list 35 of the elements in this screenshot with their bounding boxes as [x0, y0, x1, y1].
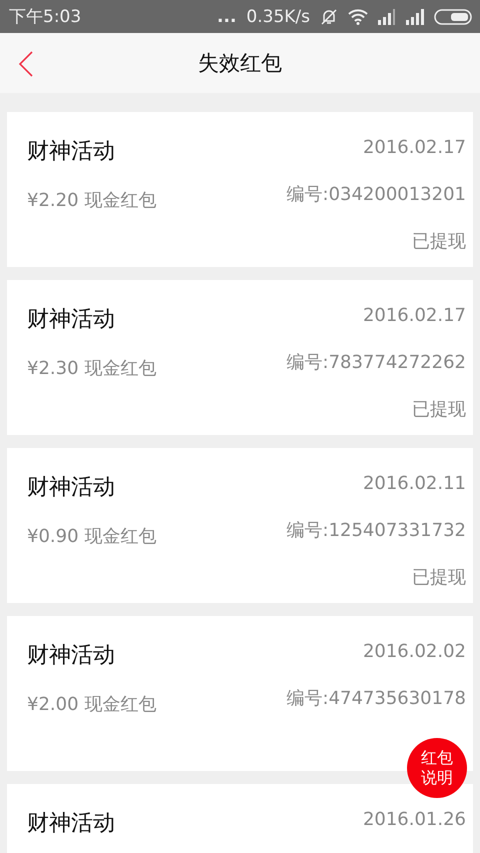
packet-amount: ¥2.20 现金红包	[27, 189, 156, 213]
signal-icon	[406, 8, 424, 24]
packet-number: 编号:034200013201	[286, 183, 466, 207]
wifi-icon	[348, 8, 368, 24]
battery-icon	[434, 8, 472, 24]
network-speed: 0.35K/s	[246, 6, 310, 26]
packet-date: 2016.02.17	[362, 304, 466, 328]
packet-number: 编号:783774272262	[286, 351, 466, 375]
packet-status: 已提现	[412, 230, 466, 254]
page-title: 失效红包	[198, 50, 282, 77]
more-indicator: ...	[217, 6, 236, 26]
packet-amount: ¥2.30 现金红包	[27, 357, 156, 381]
packet-date: 2016.01.26	[362, 808, 466, 832]
activity-title: 财神活动	[27, 306, 116, 334]
packet-amount: ¥0.90 现金红包	[27, 525, 156, 549]
activity-title: 财神活动	[27, 138, 116, 166]
packet-amount: ¥2.00 现金红包	[27, 693, 156, 717]
activity-title: 财神活动	[27, 810, 115, 838]
packet-date: 2016.02.02	[362, 640, 466, 664]
muted-bell-icon	[320, 8, 338, 26]
activity-title: 财神活动	[27, 642, 116, 670]
reward-card[interactable]: 财神活动 ¥2.20 现金红包 2016.02.17 编号:034200013201 已提现	[7, 112, 473, 267]
packet-date: 2016.02.11	[362, 472, 466, 496]
signal-icon	[378, 8, 396, 24]
packet-status: 已提现	[412, 398, 466, 422]
reward-card[interactable]: 财神活动 2016.01.26	[7, 784, 473, 853]
activity-title: 财神活动	[27, 474, 116, 502]
packet-status: 已提现	[412, 566, 466, 590]
packet-number: 编号:125407331732	[286, 519, 466, 543]
reward-card[interactable]: 财神活动 ¥2.30 现金红包 2016.02.17 编号:783774272262 已提现	[7, 280, 473, 435]
packet-number: 编号:474735630178	[286, 687, 466, 711]
packet-date: 2016.02.17	[362, 136, 466, 160]
reward-card[interactable]: 财神活动 ¥0.90 现金红包 2016.02.11 编号:125407331732 已提现	[7, 448, 473, 603]
status-time: 下午5:03	[9, 6, 82, 28]
back-icon[interactable]	[18, 51, 34, 77]
